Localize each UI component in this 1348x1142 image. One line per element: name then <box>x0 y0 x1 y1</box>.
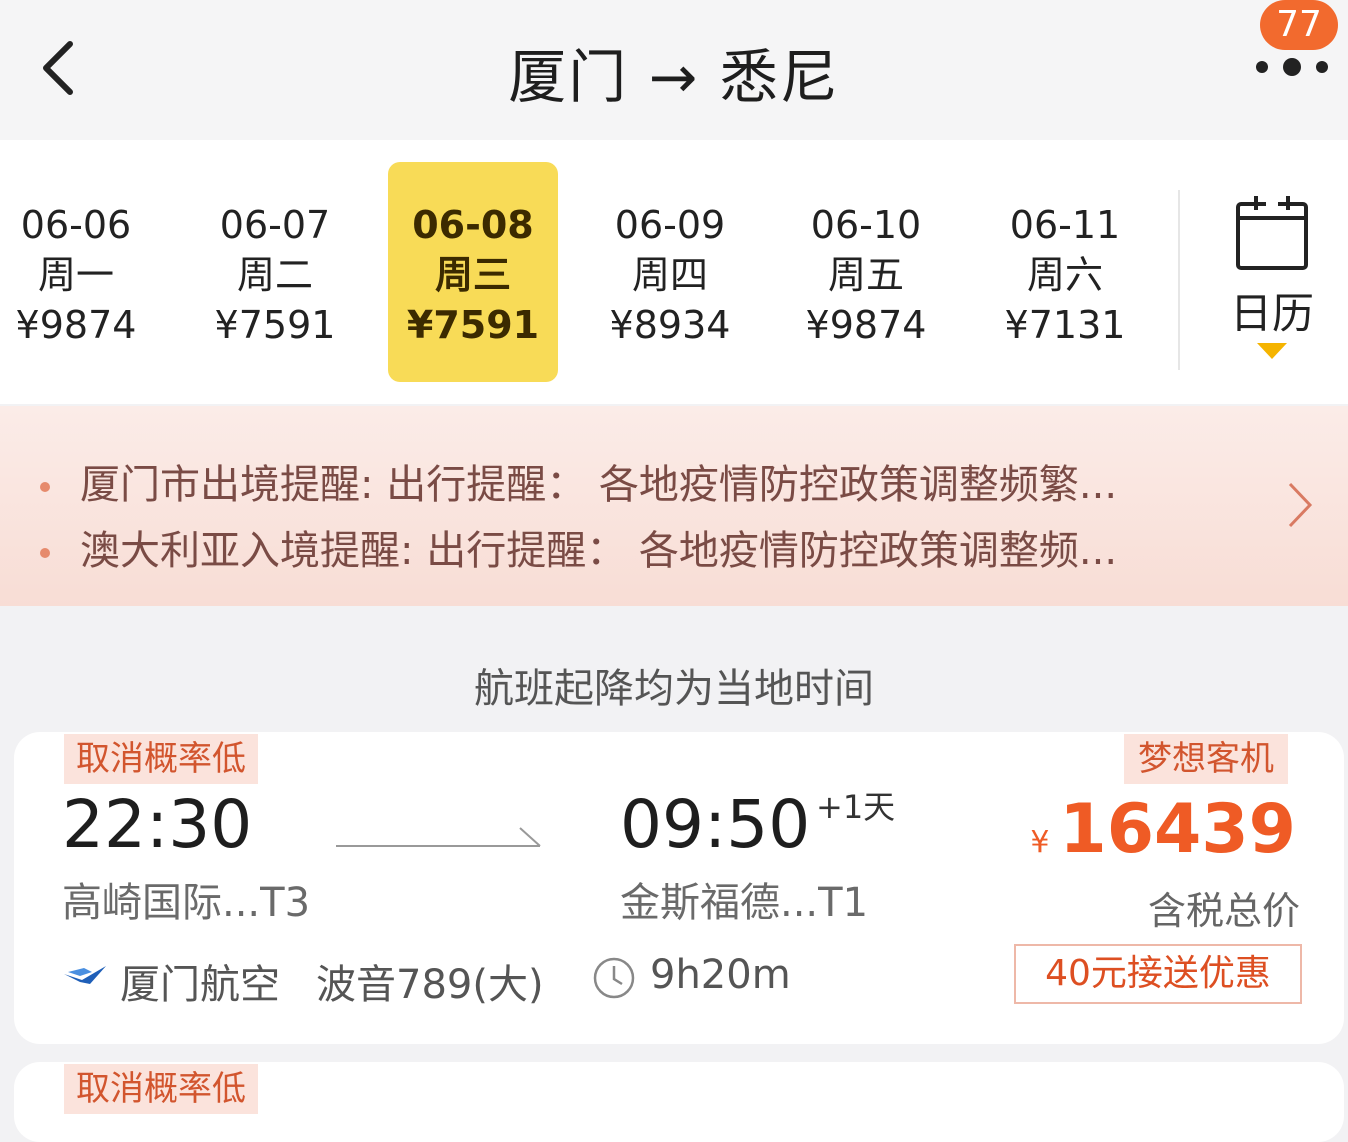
low-cancel-tag: 取消概率低 <box>64 1064 258 1114</box>
aircraft-type: 波音789(大) <box>316 962 544 1008</box>
page-title: 厦门 → 悉尼 <box>508 43 840 111</box>
weekday-label: 周二 <box>236 253 313 297</box>
travel-notice-banner[interactable]: 厦门市出境提醒: 出行提醒： 各地疫情防控政策调整频繁... 澳大利亚入境提醒:… <box>0 406 1348 606</box>
transfer-promo-badge[interactable]: 40元接送优惠 <box>1014 944 1302 1004</box>
chevron-right-icon[interactable] <box>1284 480 1314 530</box>
flight-price: ¥16439 <box>1030 790 1296 869</box>
top-nav-bar: 厦门 → 悉尼 77 <box>0 0 1348 140</box>
notice-text: 澳大利亚入境提醒: 出行提醒： 各地疫情防控政策调整频... <box>80 528 1118 574</box>
local-time-note: 航班起降均为当地时间 <box>474 666 874 712</box>
date-price: ¥9874 <box>805 303 927 347</box>
weekday-label: 周五 <box>827 253 904 297</box>
weekday-label: 周三 <box>434 253 511 297</box>
date-option-0608-selected[interactable]: 06-08 周三 ¥7591 <box>388 162 558 382</box>
date-label: 06-07 <box>219 203 331 247</box>
calendar-icon <box>1236 196 1308 270</box>
notice-line-departure: 厦门市出境提醒: 出行提醒： 各地疫情防控政策调整频繁... <box>40 452 1117 510</box>
bullet-dot <box>40 548 50 558</box>
date-price: ¥7591 <box>406 303 540 347</box>
arrival-time: 09:50 <box>620 786 811 863</box>
date-option-0611[interactable]: 06-11 周六 ¥7131 <box>980 162 1150 382</box>
arrival-airport: 金斯福德...T1 <box>620 880 869 926</box>
date-price: ¥8934 <box>609 303 731 347</box>
xiamen-airlines-logo-icon <box>64 966 106 984</box>
more-dots-icon[interactable] <box>1252 52 1332 82</box>
dreamliner-tag: 梦想客机 <box>1124 734 1288 784</box>
notice-text: 厦门市出境提醒: 出行提醒： 各地疫情防控政策调整频繁... <box>80 462 1118 508</box>
date-price: ¥9874 <box>15 303 137 347</box>
flight-duration: 9h20m <box>650 952 791 998</box>
notification-badge[interactable]: 77 <box>1260 0 1338 50</box>
date-label: 06-08 <box>412 203 534 247</box>
weekday-label: 周四 <box>631 253 708 297</box>
weekday-label: 周一 <box>37 253 114 297</box>
date-label: 06-11 <box>1009 203 1121 247</box>
notice-line-entry: 澳大利亚入境提醒: 出行提醒： 各地疫情防控政策调整频... <box>40 518 1117 576</box>
departure-time: 22:30 <box>62 786 253 863</box>
date-option-0610[interactable]: 06-10 周五 ¥9874 <box>781 162 951 382</box>
currency-symbol: ¥ <box>1030 825 1050 860</box>
date-price: ¥7591 <box>214 303 336 347</box>
date-price: ¥7131 <box>1004 303 1126 347</box>
low-cancel-tag: 取消概率低 <box>64 734 258 784</box>
date-label: 06-09 <box>614 203 726 247</box>
next-day-marker: +1天 <box>816 788 896 826</box>
calendar-button[interactable]: 日历 <box>1222 192 1322 372</box>
calendar-label: 日历 <box>1229 289 1314 338</box>
date-label: 06-06 <box>20 203 132 247</box>
price-value: 16439 <box>1059 790 1296 869</box>
tax-included-label: 含税总价 <box>1147 889 1300 933</box>
date-option-0607[interactable]: 06-07 周二 ¥7591 <box>190 162 360 382</box>
bullet-dot <box>40 482 50 492</box>
date-option-0609[interactable]: 06-09 周四 ¥8934 <box>585 162 755 382</box>
date-bar-divider <box>1178 190 1180 370</box>
airline-name: 厦门航空 <box>120 962 280 1008</box>
date-label: 06-10 <box>810 203 922 247</box>
date-option-0606[interactable]: 06-06 周一 ¥9874 <box>0 162 161 382</box>
date-selector: 06-06 周一 ¥9874 06-07 周二 ¥7591 06-08 周三 ¥… <box>0 140 1348 404</box>
weekday-label: 周六 <box>1026 253 1103 297</box>
flight-arrow-icon <box>336 827 541 847</box>
clock-icon <box>593 957 635 999</box>
triangle-down-icon <box>1257 343 1287 359</box>
departure-airport: 高崎国际...T3 <box>62 880 311 926</box>
